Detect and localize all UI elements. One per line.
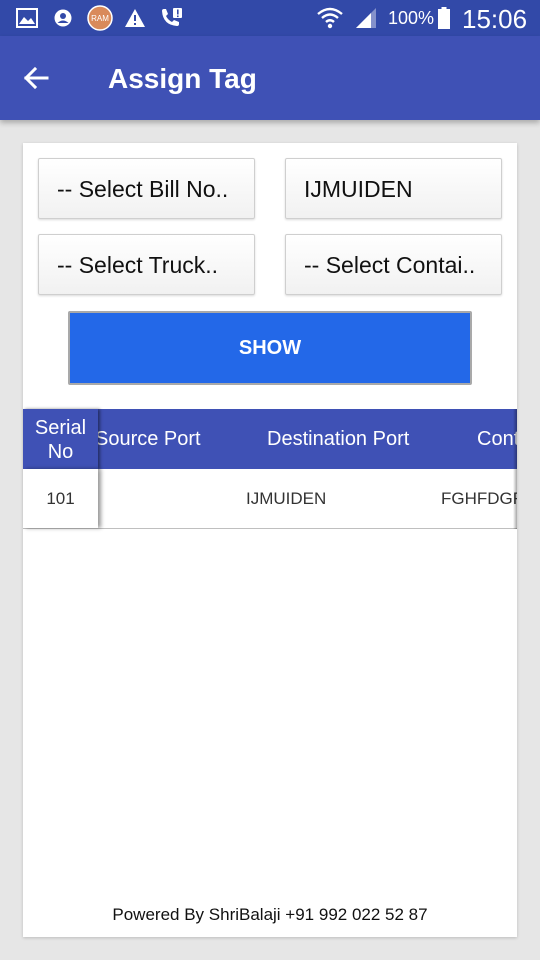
cell-serial-no: 101 [23, 469, 98, 528]
warning-icon [122, 0, 148, 36]
column-header-source-port: Source Port [95, 428, 201, 450]
battery-percent: 100% [388, 8, 435, 28]
destination-port-select[interactable]: IJMUIDEN [285, 158, 502, 219]
container-select[interactable]: -- Select Contai.. [285, 234, 502, 295]
column-header-serial-no: Serial No [23, 409, 98, 469]
cell-destination-port: IJMUIDEN [246, 489, 327, 508]
horizontal-scroll-edge [513, 409, 517, 529]
page-title: Assign Tag [108, 63, 257, 94]
account-icon [52, 0, 74, 36]
battery-icon [436, 0, 452, 36]
column-header-container: Cont [477, 428, 517, 450]
missed-call-icon [158, 0, 184, 36]
serial-header-line-2: No [47, 441, 74, 463]
show-button[interactable]: SHOW [68, 311, 472, 385]
ram-booster-icon: RAM [86, 0, 114, 36]
bill-number-select[interactable]: -- Select Bill No.. [38, 158, 255, 219]
cell-container: FGHFDGF [441, 489, 517, 508]
ram-badge-text: RAM [91, 14, 109, 23]
app-bar: Assign Tag [0, 36, 540, 120]
back-button[interactable] [14, 56, 58, 100]
footer-credit: Powered By ShriBalaji +91 992 022 52 87 [112, 905, 428, 924]
truck-select[interactable]: -- Select Truck.. [38, 234, 255, 295]
signal-icon [352, 0, 380, 36]
gallery-icon [14, 0, 40, 36]
clock: 15:06 [462, 4, 528, 34]
wifi-icon [316, 0, 344, 36]
column-header-destination-port: Destination Port [267, 428, 410, 450]
back-arrow-icon [23, 66, 49, 90]
status-bar: RAM 100% 15:06 [0, 0, 540, 36]
content-card: -- Select Bill No.. IJMUIDEN -- Select T… [23, 143, 517, 937]
serial-header-line-1: Serial [34, 417, 87, 439]
